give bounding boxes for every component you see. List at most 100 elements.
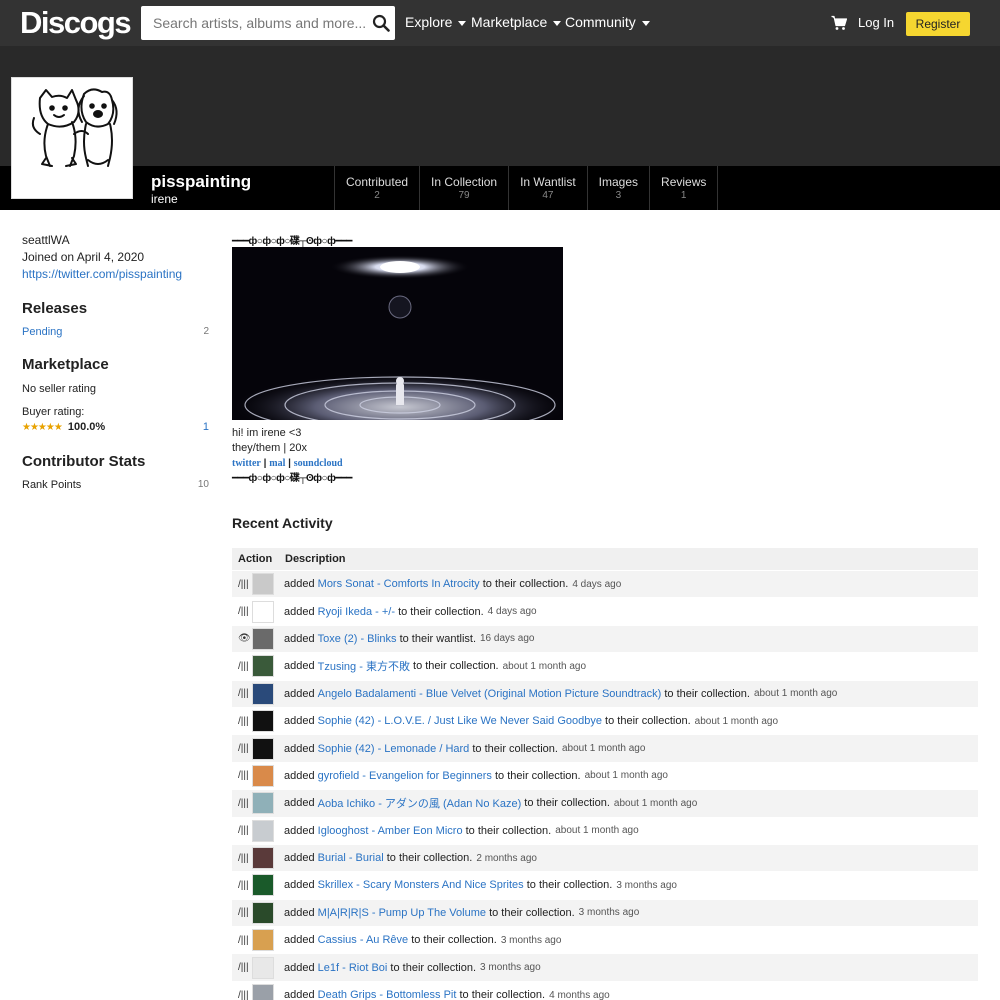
activity-time: 2 months ago bbox=[476, 852, 537, 864]
releases-heading: Releases bbox=[22, 300, 88, 317]
table-row: /||| added Ryoji Ikeda - +/- to their col… bbox=[232, 597, 978, 624]
table-header: Action Description bbox=[232, 548, 978, 570]
bio-line-1: hi! im irene <3 bbox=[232, 427, 302, 439]
activity-verb: added bbox=[284, 989, 315, 1000]
cart-icon[interactable] bbox=[831, 15, 847, 31]
release-link[interactable]: M|A|R|R|S - Pump Up The Volume bbox=[318, 907, 486, 919]
release-thumbnail[interactable] bbox=[252, 764, 274, 787]
tab-reviews[interactable]: Reviews 1 bbox=[649, 166, 719, 210]
release-thumbnail[interactable] bbox=[252, 847, 274, 870]
release-thumbnail[interactable] bbox=[252, 627, 274, 650]
bio-link-soundcloud[interactable]: soundcloud bbox=[294, 458, 343, 469]
table-row: /||| added M|A|R|R|S - Pump Up The Volume… bbox=[232, 898, 978, 927]
tab-contributed[interactable]: Contributed 2 bbox=[334, 166, 419, 210]
nav-community[interactable]: Community bbox=[565, 14, 650, 30]
bio-line-2: they/them | 20x bbox=[232, 442, 308, 454]
pending-link[interactable]: Pending bbox=[22, 326, 62, 338]
release-thumbnail[interactable] bbox=[252, 956, 274, 979]
release-link[interactable]: Death Grips - Bottomless Pit bbox=[318, 989, 457, 1000]
chevron-down-icon bbox=[458, 20, 467, 26]
collection-icon: /||| bbox=[238, 606, 249, 618]
release-link[interactable]: Cassius - Au Rêve bbox=[318, 934, 408, 946]
tab-in-wantlist[interactable]: In Wantlist 47 bbox=[508, 166, 587, 210]
tab-images[interactable]: Images 3 bbox=[586, 166, 649, 210]
release-link[interactable]: Le1f - Riot Boi bbox=[318, 962, 388, 974]
activity-time: 16 days ago bbox=[480, 633, 535, 645]
activity-target: to their collection. bbox=[605, 715, 691, 728]
release-thumbnail[interactable] bbox=[252, 600, 274, 623]
tab-in-collection[interactable]: In Collection 79 bbox=[419, 166, 508, 210]
collection-icon: /||| bbox=[238, 962, 249, 974]
contributor-stats-heading: Contributor Stats bbox=[22, 453, 146, 470]
activity-time: about 1 month ago bbox=[502, 660, 587, 672]
search-input[interactable] bbox=[141, 6, 367, 40]
bio-decoration-bottom: ━━━ф○ф○ф○碟┬ʘф○ф━━━ bbox=[232, 473, 352, 484]
activity-target: to their collection. bbox=[459, 989, 546, 1000]
marketplace-heading: Marketplace bbox=[22, 356, 109, 373]
nav-marketplace[interactable]: Marketplace bbox=[471, 14, 562, 30]
collection-icon: /||| bbox=[238, 715, 249, 727]
register-button[interactable]: Register bbox=[906, 12, 970, 36]
activity-target: to their collection. bbox=[489, 906, 575, 919]
release-link[interactable]: Skrillex - Scary Monsters And Nice Sprit… bbox=[318, 879, 524, 891]
collection-icon: /||| bbox=[238, 660, 249, 672]
release-thumbnail[interactable] bbox=[252, 737, 274, 760]
recent-activity-table: Action Description /||| added Mors Sonat … bbox=[232, 548, 978, 1000]
search-box bbox=[141, 6, 395, 40]
activity-verb: added bbox=[284, 742, 315, 755]
bio-link-twitter[interactable]: twitter bbox=[232, 458, 261, 469]
profile-link[interactable]: https://twitter.com/pisspainting bbox=[22, 267, 182, 281]
collection-icon: /||| bbox=[238, 934, 249, 946]
release-thumbnail[interactable] bbox=[252, 573, 274, 596]
buyer-rating-label: Buyer rating: bbox=[22, 406, 85, 418]
profile-joined: Joined on April 4, 2020 bbox=[22, 250, 145, 264]
release-thumbnail[interactable] bbox=[252, 792, 274, 815]
release-link[interactable]: Mors Sonat - Comforts In Atrocity bbox=[318, 578, 480, 590]
seller-rating: No seller rating bbox=[22, 383, 96, 395]
collection-icon: /||| bbox=[238, 989, 249, 1000]
release-thumbnail[interactable] bbox=[252, 929, 274, 952]
collection-icon: /||| bbox=[238, 578, 249, 590]
release-thumbnail[interactable] bbox=[252, 874, 274, 897]
buyer-rating-count[interactable]: 1 bbox=[203, 421, 209, 433]
activity-verb: added bbox=[284, 906, 315, 919]
wantlist-eye-icon: 👁 bbox=[238, 633, 251, 645]
release-link[interactable]: Aoba Ichiko - アダンの風 (Adan No Kaze) bbox=[318, 795, 522, 811]
nav-explore[interactable]: Explore bbox=[405, 14, 467, 30]
release-link[interactable]: gyrofield - Evangelion for Beginners bbox=[318, 770, 492, 782]
avatar[interactable] bbox=[11, 77, 133, 199]
release-thumbnail[interactable] bbox=[252, 901, 274, 924]
table-row: /||| added Sophie (42) - Lemonade / Hard … bbox=[232, 734, 978, 762]
column-action: Action bbox=[238, 553, 273, 565]
release-link[interactable]: Sophie (42) - Lemonade / Hard bbox=[318, 743, 470, 755]
release-thumbnail[interactable] bbox=[252, 655, 274, 678]
release-link[interactable]: Iglooghost - Amber Eon Micro bbox=[318, 825, 463, 837]
profile-username: pisspainting bbox=[151, 172, 252, 191]
activity-time: 4 months ago bbox=[549, 989, 610, 1000]
login-link[interactable]: Log In bbox=[858, 15, 894, 30]
hero-artwork bbox=[232, 247, 563, 420]
pending-count: 2 bbox=[203, 326, 209, 337]
activity-time: about 1 month ago bbox=[613, 797, 698, 809]
release-link[interactable]: Burial - Burial bbox=[318, 852, 384, 864]
release-link[interactable]: Tzusing - 東方不敗 bbox=[318, 658, 410, 674]
release-thumbnail[interactable] bbox=[252, 984, 274, 1000]
release-link[interactable]: Ryoji Ikeda - +/- bbox=[318, 606, 395, 618]
release-link[interactable]: Sophie (42) - L.O.V.E. / Just Like We Ne… bbox=[318, 715, 602, 727]
star-rating-icon: ★★★★★ bbox=[22, 422, 63, 433]
activity-time: 3 months ago bbox=[480, 962, 541, 974]
activity-time: about 1 month ago bbox=[555, 825, 639, 837]
release-thumbnail[interactable] bbox=[252, 710, 274, 733]
release-thumbnail[interactable] bbox=[252, 819, 274, 842]
activity-target: to their collection. bbox=[386, 852, 473, 865]
discogs-logo[interactable]: Discogs bbox=[20, 4, 132, 42]
release-link[interactable]: Angelo Badalamenti - Blue Velvet (Origin… bbox=[318, 688, 662, 700]
activity-verb: added bbox=[284, 605, 315, 618]
search-icon[interactable] bbox=[372, 14, 390, 32]
bio-link-mal[interactable]: mal bbox=[269, 458, 285, 469]
buyer-rating-value: 100.0% bbox=[67, 421, 106, 433]
release-thumbnail[interactable] bbox=[252, 682, 274, 705]
release-link[interactable]: Toxe (2) - Blinks bbox=[318, 633, 397, 645]
activity-time: about 1 month ago bbox=[561, 743, 646, 755]
bio-decoration-top: ━━━ф○ф○ф○碟┬ʘф○ф━━━ bbox=[232, 236, 352, 247]
